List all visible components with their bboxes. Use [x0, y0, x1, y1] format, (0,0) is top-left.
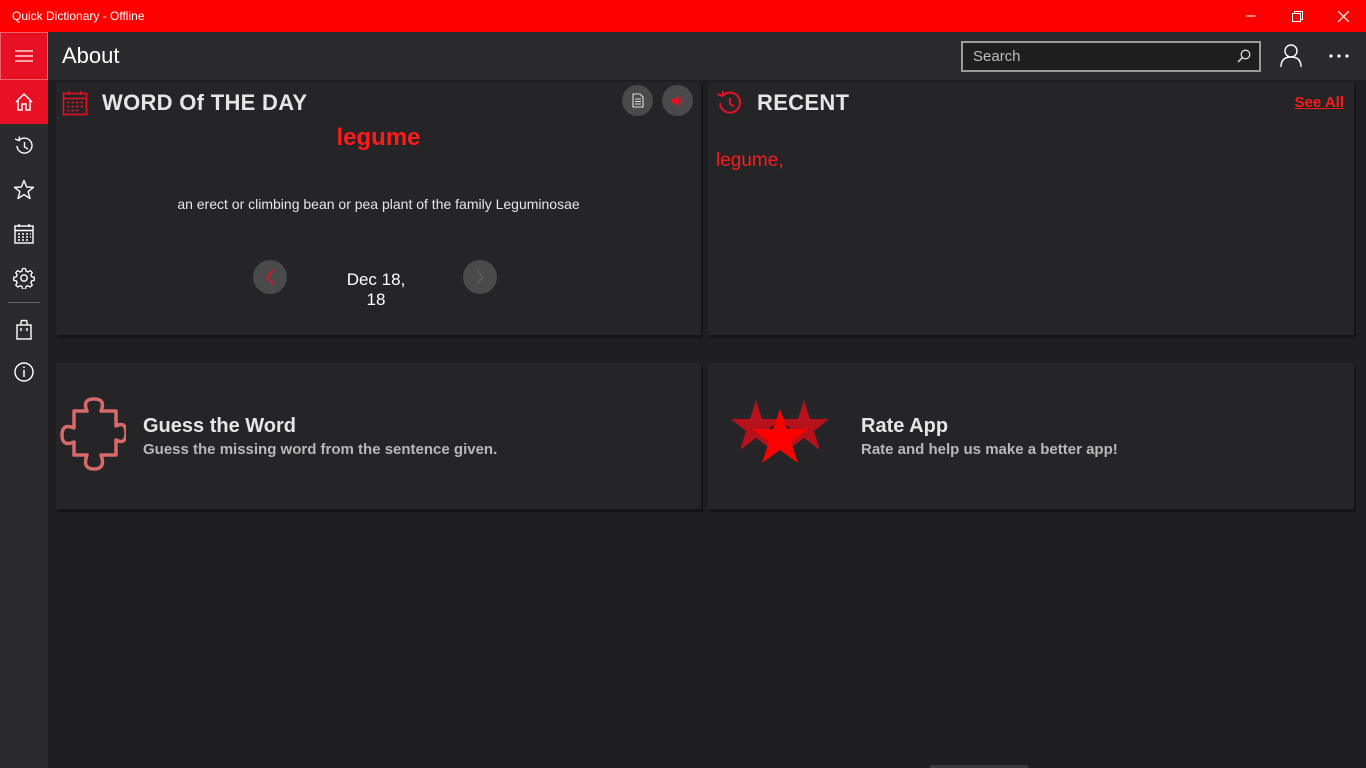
pronounce-button[interactable] [662, 85, 693, 116]
word-of-day-card: WORD Of THE DAY legume an erect or climb… [56, 82, 701, 335]
rate-app-tile[interactable]: Rate App Rate and help us make a better … [708, 363, 1354, 509]
guess-word-subtitle: Guess the missing word from the sentence… [143, 441, 498, 458]
rate-app-title: Rate App [861, 415, 949, 437]
previous-day-button[interactable] [253, 260, 287, 294]
close-icon [1337, 10, 1349, 22]
guess-word-title: Guess the Word [143, 415, 296, 437]
history-icon [717, 90, 741, 114]
search-box[interactable] [961, 41, 1261, 72]
chevron-right-icon [476, 269, 485, 285]
next-day-button[interactable] [463, 260, 497, 294]
calendar-icon [14, 224, 34, 244]
nav-item-about[interactable] [0, 350, 48, 394]
account-icon[interactable] [1280, 44, 1302, 68]
calendar-icon [62, 91, 88, 116]
see-all-link[interactable]: See All [1295, 94, 1344, 111]
hamburger-button[interactable] [0, 32, 48, 80]
minimize-button[interactable] [1228, 0, 1274, 32]
search-icon[interactable] [1237, 49, 1251, 63]
favorites-icon [13, 179, 35, 200]
nav-rail [0, 80, 48, 768]
nav-item-favorites[interactable] [0, 168, 48, 212]
word-of-day-header: WORD Of THE DAY [62, 88, 307, 118]
close-button[interactable] [1320, 0, 1366, 32]
word-of-day-title: WORD Of THE DAY [102, 90, 308, 115]
history-icon [14, 136, 33, 154]
store-icon [16, 319, 32, 340]
title-bar: Quick Dictionary - Offline [0, 0, 1366, 32]
home-icon [15, 92, 33, 111]
definition-button[interactable] [622, 85, 653, 116]
recent-item[interactable]: legume, [716, 150, 784, 172]
app-header: About [0, 32, 1366, 80]
nav-item-settings[interactable] [0, 256, 48, 300]
recent-header: RECENT [715, 88, 849, 118]
star-icon [731, 400, 829, 463]
speaker-icon [671, 95, 683, 106]
nav-item-store[interactable] [0, 308, 48, 352]
word-of-day-definition: an erect or climbing bean or pea plant o… [177, 196, 580, 212]
word-of-day-word[interactable]: legume [56, 124, 701, 152]
recent-card: RECENT See All legume, [708, 82, 1354, 335]
nav-item-history[interactable] [0, 124, 48, 168]
chevron-left-icon [265, 269, 274, 285]
minimize-icon [1246, 15, 1256, 17]
document-icon [631, 93, 644, 108]
settings-icon [13, 267, 35, 289]
word-of-day-date: Dec 18, 18 [346, 270, 406, 309]
nav-separator [8, 302, 40, 303]
window-title: Quick Dictionary - Offline [12, 9, 145, 23]
nav-item-calendar[interactable] [0, 212, 48, 256]
restore-button[interactable] [1274, 0, 1320, 32]
puzzle-piece-icon [60, 397, 126, 471]
page-title: About [62, 43, 120, 68]
more-options-icon[interactable] [1328, 46, 1350, 66]
guess-word-tile[interactable]: Guess the Word Guess the missing word fr… [56, 363, 701, 509]
restore-icon [1291, 10, 1303, 22]
nav-item-home[interactable] [0, 80, 48, 124]
hamburger-icon [15, 50, 33, 62]
recent-title: RECENT [757, 90, 850, 115]
info-icon [14, 362, 34, 382]
rate-app-subtitle: Rate and help us make a better app! [861, 441, 1118, 458]
search-input[interactable] [963, 43, 1225, 70]
